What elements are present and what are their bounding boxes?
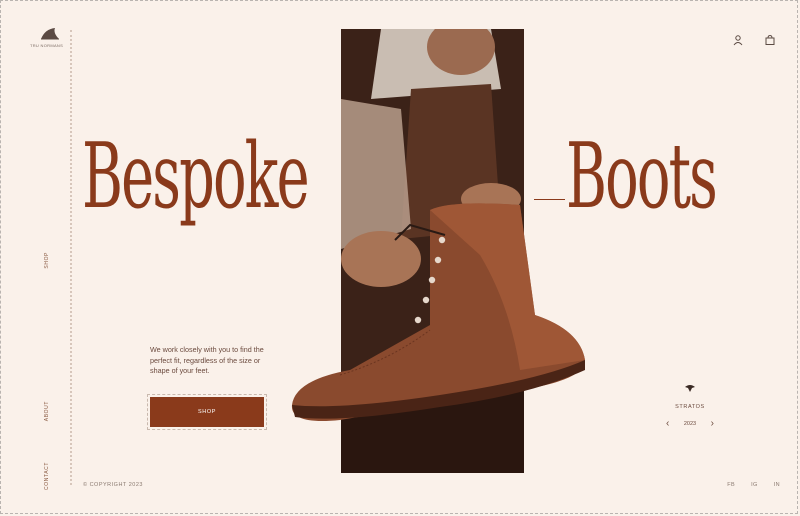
rail-divider [70,30,72,485]
logo-text: TRU NORMANS [30,43,64,48]
year-label: 2023 [683,421,697,427]
cart-icon[interactable] [764,33,776,45]
social-link-in[interactable]: IN [774,482,780,488]
chevron-right-icon[interactable]: › [711,419,714,429]
hero-title-left: Bespoke [82,124,310,229]
nav-about[interactable]: ABOUT [44,401,54,421]
boot-image [291,203,585,421]
header-icons [732,33,776,46]
chevron-left-icon[interactable]: ‹ [666,419,669,429]
copyright-text: © COPYRIGHT 2023 [83,482,143,488]
social-link-fb[interactable]: FB [727,482,735,488]
collection-block: STRATOS [670,380,710,410]
nav-shop[interactable]: SHOP [44,252,54,269]
social-link-ig[interactable]: IG [751,482,758,488]
shop-button[interactable]: SHOP [147,394,267,430]
nav-contact[interactable]: CONTACT [44,462,54,490]
stratos-logo-icon [685,385,695,392]
description-text: We work closely with you to find the per… [150,345,264,375]
landing-page: TRU NORMANS SHOP ABOUT CONTACT Bespoke B… [0,0,800,516]
year-selector: ‹ 2023 › [666,419,714,429]
collection-name: STRATOS [675,404,705,410]
logo-mark-icon [41,28,59,40]
user-icon[interactable] [732,33,744,46]
social-links: FB IG IN [727,482,780,488]
